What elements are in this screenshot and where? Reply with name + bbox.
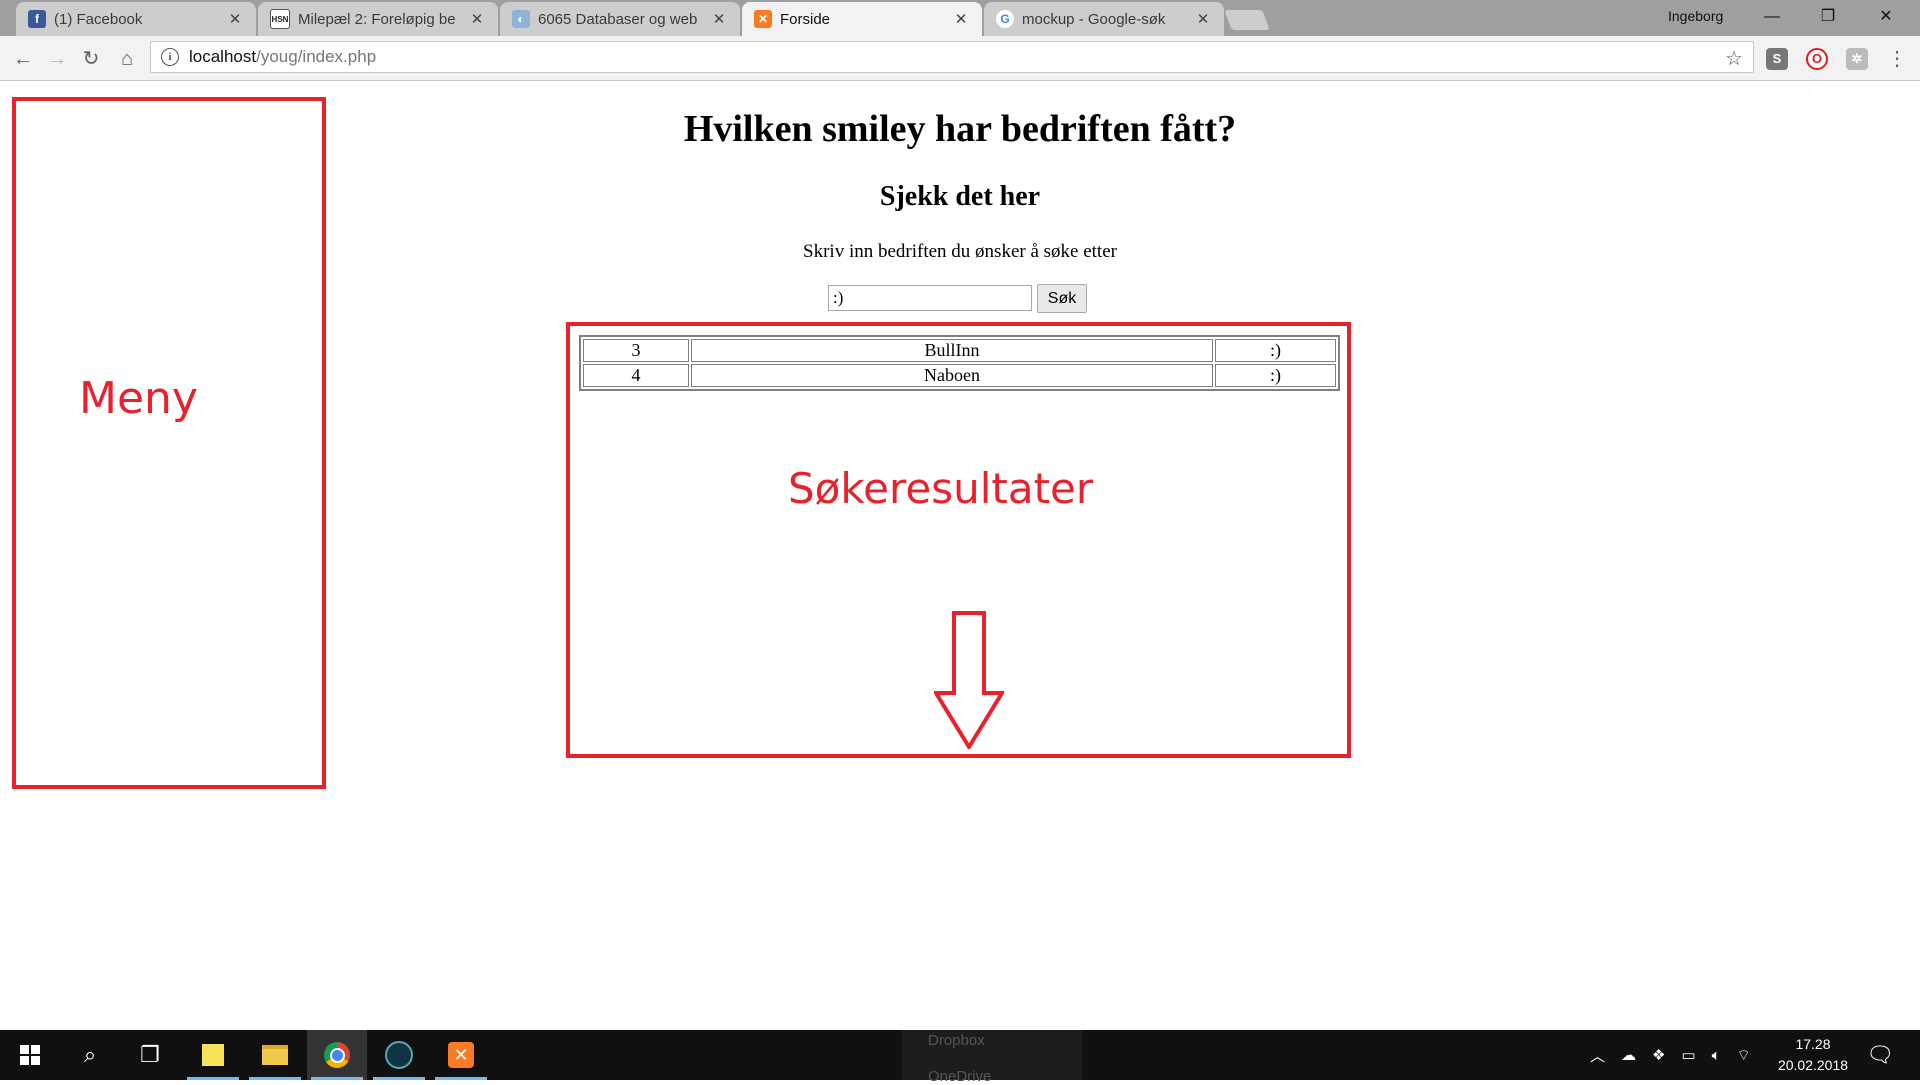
onedrive-cloud-icon[interactable]: ☁: [1621, 1046, 1636, 1064]
back-arrow-icon[interactable]: ←: [10, 46, 36, 72]
opera-extension-icon[interactable]: O: [1806, 48, 1828, 70]
info-icon[interactable]: i: [161, 48, 179, 66]
app-icon[interactable]: [369, 1030, 429, 1080]
results-annotation-label: Søkeresultater: [788, 464, 1094, 513]
menu-dots-icon[interactable]: ⋮: [1884, 46, 1910, 72]
facebook-icon: f: [28, 10, 46, 28]
system-tray: ︿ ☁ ❖ ▭ 🔈︎ ⌔: [1590, 1030, 1751, 1080]
result-smiley: :): [1215, 339, 1336, 362]
address-bar[interactable]: i localhost/youg/index.php ☆: [150, 41, 1754, 73]
result-smiley: :): [1215, 364, 1336, 387]
home-icon[interactable]: ⌂: [114, 46, 140, 72]
browser-toolbar: ← → ↻ ⌂ i localhost/youg/index.php ☆ S O…: [0, 36, 1920, 81]
page-subtitle: Sjekk det her: [879, 181, 1041, 212]
close-icon[interactable]: ✕: [226, 10, 244, 28]
restore-icon[interactable]: ❐: [1808, 4, 1848, 30]
menu-annotation-label: Meny: [79, 373, 198, 424]
notification-center-icon[interactable]: 🗨︎: [1866, 1042, 1894, 1067]
volume-icon[interactable]: 🔈︎: [1712, 1047, 1721, 1064]
web-icon: ◐: [512, 10, 530, 28]
result-name: BullInn: [691, 339, 1213, 362]
forward-arrow-icon[interactable]: →: [44, 46, 70, 72]
system-clock[interactable]: 17.28 20.02.2018: [1768, 1034, 1858, 1076]
minimize-icon[interactable]: —: [1752, 4, 1792, 30]
tab-title: (1) Facebook: [54, 10, 143, 28]
search-input[interactable]: [828, 285, 1032, 311]
search-button[interactable]: Søk: [1037, 284, 1087, 313]
task-view-icon[interactable]: ❐: [120, 1030, 180, 1080]
hsn-icon: HSN: [270, 9, 290, 29]
tab-databaser[interactable]: ◐ 6065 Databaser og web ✕: [500, 2, 740, 36]
close-icon[interactable]: ✕: [952, 10, 970, 28]
dropbox-flyout-remnant: Dropbox OneDrive: [902, 1030, 1082, 1085]
windows-taskbar: ⌕ ❐ ✕ Dropbox OneDrive ︿ ☁ ❖ ▭ 🔈︎ ⌔ 17.2…: [0, 1030, 1920, 1085]
ghost-label: Dropbox: [928, 1032, 985, 1049]
table-row: 3 BullInn :): [583, 339, 1336, 362]
clock-date: 20.02.2018: [1777, 1057, 1849, 1073]
url-text: localhost/youg/index.php: [189, 47, 376, 67]
down-arrow-icon: [934, 611, 1004, 749]
result-id: 3: [583, 339, 689, 362]
url-host: localhost: [189, 47, 257, 66]
chrome-icon[interactable]: [307, 1030, 367, 1080]
results-table: 3 BullInn :) 4 Naboen :): [579, 335, 1340, 391]
windows-start-icon[interactable]: [0, 1030, 60, 1080]
tab-forside[interactable]: ✕ Forside ✕: [742, 2, 982, 36]
clock-time: 17.28: [1795, 1036, 1831, 1052]
puzzle-extension-icon[interactable]: ✲: [1846, 48, 1868, 70]
url-path: /youg/index.php: [256, 47, 377, 66]
tab-facebook[interactable]: f (1) Facebook ✕: [16, 2, 256, 36]
page-content: Meny Hvilken smiley har bedriften fått? …: [0, 81, 1920, 1030]
close-window-icon[interactable]: ✕: [1866, 4, 1906, 30]
ghost-label: OneDrive: [928, 1068, 992, 1085]
chevron-up-icon[interactable]: ︿: [1590, 1045, 1605, 1066]
bookmark-star-icon[interactable]: ☆: [1725, 46, 1743, 71]
search-icon[interactable]: ⌕: [60, 1030, 120, 1080]
close-icon[interactable]: ✕: [468, 10, 486, 28]
close-icon[interactable]: ✕: [1194, 10, 1212, 28]
sticky-notes-icon[interactable]: [183, 1030, 243, 1080]
close-icon[interactable]: ✕: [710, 10, 728, 28]
page-title: Hvilken smiley har bedriften fått?: [683, 108, 1237, 150]
reload-icon[interactable]: ↻: [78, 46, 104, 72]
tab-title: Forside: [780, 10, 831, 28]
google-icon: G: [996, 10, 1014, 28]
search-instruction: Skriv inn bedriften du ønsker å søke ett…: [803, 241, 1117, 262]
xampp-taskbar-icon[interactable]: ✕: [431, 1030, 491, 1080]
battery-icon[interactable]: ▭: [1681, 1046, 1695, 1064]
table-row: 4 Naboen :): [583, 364, 1336, 387]
file-explorer-icon[interactable]: [245, 1030, 305, 1080]
new-tab-button[interactable]: [1224, 10, 1270, 30]
tab-title: mockup - Google-søk: [1022, 10, 1166, 28]
result-name: Naboen: [691, 364, 1213, 387]
wifi-icon[interactable]: ⌔: [1737, 1046, 1751, 1065]
tab-google[interactable]: G mockup - Google-søk ✕: [984, 2, 1224, 36]
browser-tabstrip: f (1) Facebook ✕ HSN Milepæl 2: Foreløpi…: [0, 0, 1920, 36]
tab-title: 6065 Databaser og web: [538, 10, 698, 28]
menu-annotation-box: [12, 97, 326, 789]
tab-title: Milepæl 2: Foreløpig be: [298, 10, 456, 28]
result-id: 4: [583, 364, 689, 387]
extension-s-icon[interactable]: S: [1766, 48, 1788, 70]
tab-milepael[interactable]: HSN Milepæl 2: Foreløpig be ✕: [258, 2, 498, 36]
profile-name[interactable]: Ingeborg: [1668, 8, 1723, 24]
xampp-icon: ✕: [754, 10, 772, 28]
dropbox-icon[interactable]: ❖: [1652, 1046, 1665, 1064]
